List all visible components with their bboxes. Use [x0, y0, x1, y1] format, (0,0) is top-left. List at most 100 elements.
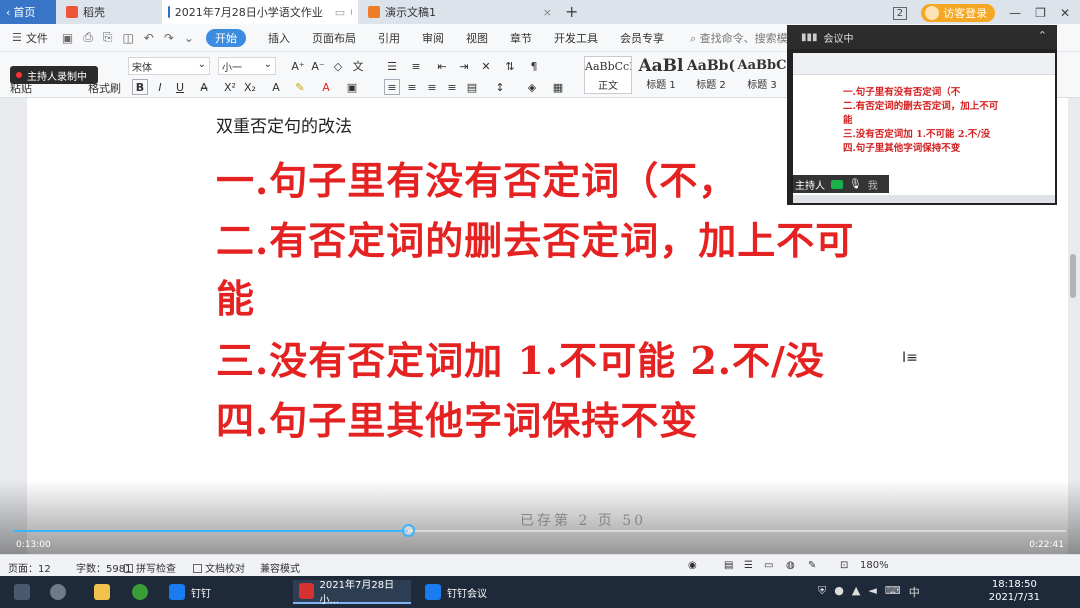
redo-icon[interactable]: ↷	[164, 31, 174, 45]
align-center-icon[interactable]: ≡	[404, 79, 420, 95]
clear-format-icon[interactable]: ◇	[330, 58, 346, 74]
bullet-list-icon[interactable]: ☰	[384, 58, 400, 74]
distribute-icon[interactable]: ▤	[464, 79, 480, 95]
strikethrough-icon[interactable]: A̶	[196, 79, 212, 95]
settings-app-icon[interactable]	[50, 584, 66, 600]
justify-icon[interactable]: ≡	[444, 79, 460, 95]
file-explorer-icon[interactable]	[94, 584, 110, 600]
read-view-icon[interactable]: ▭	[764, 560, 773, 571]
undo-icon[interactable]: ↶	[144, 31, 154, 45]
numbered-list-icon[interactable]: ≡	[408, 58, 424, 74]
style-normal[interactable]: AaBbCcDd 正文	[584, 56, 632, 94]
font-color-icon[interactable]: A	[318, 79, 334, 95]
close-icon[interactable]: ×	[543, 6, 552, 19]
font-size-value: 小一	[222, 63, 242, 74]
network-icon[interactable]: ▲	[852, 584, 860, 600]
ime-indicator[interactable]: 中	[909, 584, 920, 600]
tab-presentation[interactable]: 演示文稿1 ×	[362, 0, 558, 24]
show-marks-icon[interactable]: ¶	[526, 58, 542, 74]
fit-page-icon[interactable]: ⊡	[840, 560, 848, 571]
borders-icon[interactable]: ▦	[550, 79, 566, 95]
font-name-select[interactable]: 宋体 ⌄	[128, 57, 210, 75]
menu-references[interactable]: 引用	[378, 30, 400, 46]
phonetic-icon[interactable]: 文	[350, 58, 366, 74]
tab-docer[interactable]: 稻壳	[60, 0, 160, 24]
sort-icon[interactable]: ⇅	[502, 58, 518, 74]
superscript-icon[interactable]: X²	[222, 79, 238, 95]
print-icon[interactable]: ⎘	[103, 30, 113, 45]
preview-icon[interactable]: ◫	[122, 31, 133, 45]
new-tab-button[interactable]: +	[565, 2, 578, 21]
progress-bar[interactable]	[14, 524, 1066, 537]
taskbar-app-meeting[interactable]: 钉钉会议	[419, 580, 531, 604]
menu-review[interactable]: 审阅	[422, 30, 444, 46]
eye-protection-icon[interactable]: ◉	[688, 560, 697, 571]
align-left-icon[interactable]: ≡	[384, 79, 400, 95]
command-search[interactable]: ⌕ 查找命令、搜索模板	[690, 30, 799, 46]
shield-icon[interactable]: ⛨	[818, 584, 826, 600]
start-menu-icon[interactable]	[14, 584, 30, 600]
hamburger-icon[interactable]: ☰	[12, 31, 22, 44]
host-label: 主持人	[795, 180, 825, 192]
subscript-icon[interactable]: X₂	[242, 79, 258, 95]
style-heading-1[interactable]: AaBl 标题 1	[636, 56, 686, 94]
meeting-window[interactable]: ▮▮▮ 会议中 ⌃ 一.句子里有没有否定词（不 二.有否定词的删去否定词，加上不…	[787, 25, 1057, 205]
restore-icon[interactable]: ❐	[1035, 6, 1046, 20]
export-icon[interactable]: ⎙	[83, 30, 93, 45]
menu-member[interactable]: 会员专享	[620, 30, 664, 46]
camera-icon[interactable]	[831, 179, 843, 189]
outline-view-icon[interactable]: ☰	[744, 560, 753, 571]
font-size-select[interactable]: 小一 ⌄	[218, 57, 276, 75]
taskbar-app-wps[interactable]: 2021年7月28日小...	[293, 580, 411, 606]
bold-icon[interactable]: B	[132, 79, 148, 95]
line-spacing-icon[interactable]: ↕	[492, 79, 508, 95]
browser-icon[interactable]	[132, 584, 148, 600]
volume-icon[interactable]: ◄	[868, 584, 876, 600]
vertical-scrollbar[interactable]	[1070, 254, 1076, 298]
increase-indent-icon[interactable]: ⇥	[456, 58, 472, 74]
doc-check-toggle[interactable]: 文档校对	[193, 560, 245, 575]
tab-document[interactable]: 2021年7月28日小学语文作业 ▭	[162, 0, 358, 24]
guest-login-button[interactable]: 访客登录	[921, 4, 996, 22]
page-view-icon[interactable]: ▤	[724, 560, 733, 571]
spell-check-toggle[interactable]: 拼写检查	[124, 560, 176, 575]
page-indicator[interactable]: 页面：12	[8, 560, 51, 575]
shading-icon[interactable]: ◈	[524, 79, 540, 95]
taskbar-app-dingtalk[interactable]: 钉钉	[163, 580, 281, 604]
style-heading-2[interactable]: AaBb( 标题 2	[686, 56, 736, 94]
style-heading-3[interactable]: AaBbC 标题 3	[737, 56, 787, 94]
text-effect-icon[interactable]: A	[268, 79, 284, 95]
highlight-icon[interactable]: ✎	[292, 79, 308, 95]
chevron-up-icon[interactable]: ⌃	[1038, 29, 1047, 42]
grow-font-icon[interactable]: A⁺	[290, 58, 306, 74]
menu-developer[interactable]: 开发工具	[554, 30, 598, 46]
zoom-level[interactable]: 180%	[860, 560, 889, 571]
menu-page-layout[interactable]: 页面布局	[312, 30, 356, 46]
progress-knob[interactable]	[402, 524, 416, 537]
keyboard-icon[interactable]: ⌨	[885, 584, 901, 600]
align-right-icon[interactable]: ≡	[424, 79, 440, 95]
web-view-icon[interactable]: ◍	[786, 560, 795, 571]
chevron-down-icon[interactable]: ⌄	[184, 31, 194, 45]
clock[interactable]: 18:18:50 2021/7/31	[989, 578, 1040, 604]
write-view-icon[interactable]: ✎	[808, 560, 816, 571]
decrease-indent-icon[interactable]: ⇤	[434, 58, 450, 74]
minimize-icon[interactable]: —	[1009, 6, 1021, 20]
notification-count[interactable]: 2	[892, 6, 908, 20]
menu-start[interactable]: 开始	[205, 28, 246, 47]
menu-file[interactable]: 文件	[26, 30, 48, 46]
wechat-icon[interactable]: ●	[834, 584, 844, 600]
char-border-icon[interactable]: ▣	[344, 79, 360, 95]
chinese-layout-icon[interactable]: ✕	[478, 58, 494, 74]
menu-view[interactable]: 视图	[466, 30, 488, 46]
meeting-header: ▮▮▮ 会议中	[787, 25, 1057, 49]
microphone-icon[interactable]: 🎙	[849, 179, 862, 190]
close-window-icon[interactable]: ✕	[1060, 6, 1070, 20]
menu-insert[interactable]: 插入	[268, 30, 290, 46]
shrink-font-icon[interactable]: A⁻	[310, 58, 326, 74]
underline-icon[interactable]: U	[172, 79, 188, 95]
save-icon[interactable]: ▣	[62, 31, 73, 45]
home-tab[interactable]: ‹ 首页	[0, 0, 56, 24]
menu-chapter[interactable]: 章节	[510, 30, 532, 46]
italic-icon[interactable]: I	[152, 79, 168, 95]
